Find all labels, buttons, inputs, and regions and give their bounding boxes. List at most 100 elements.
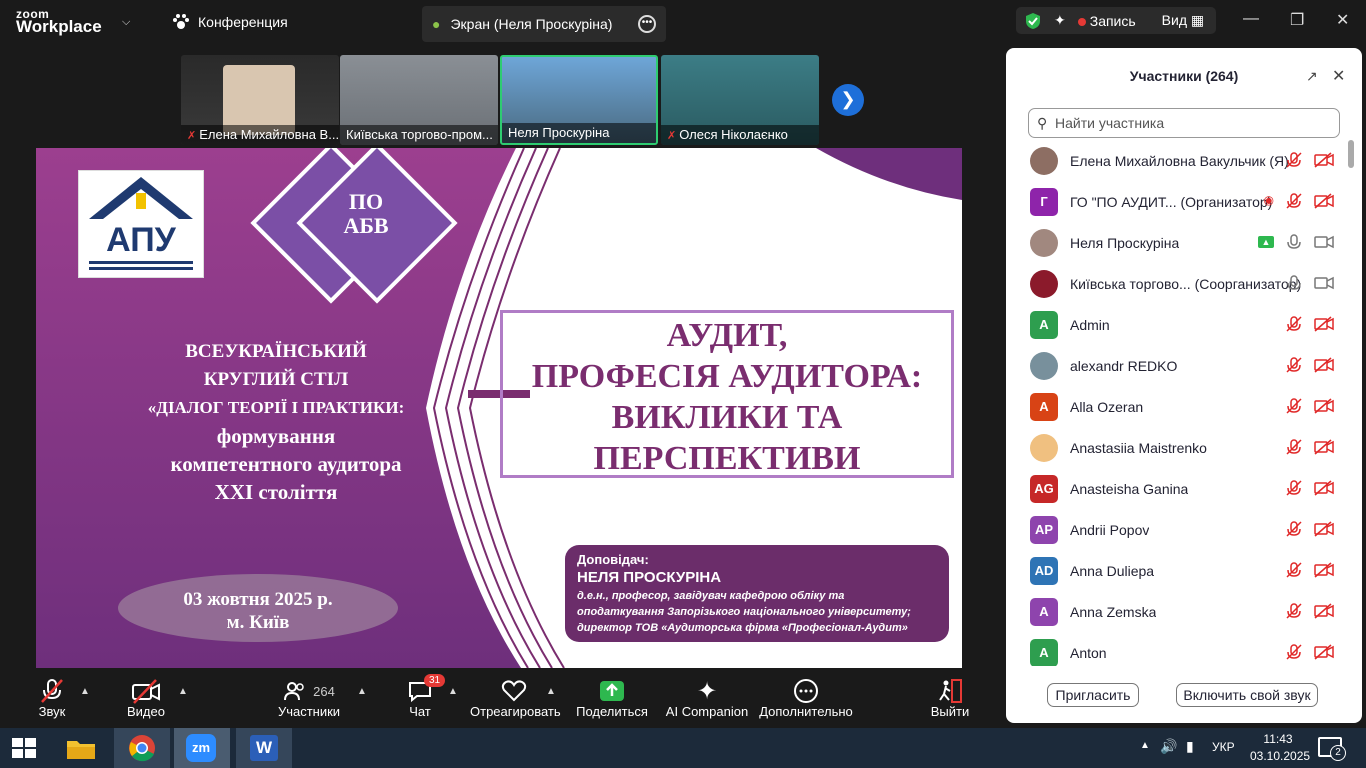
participant-row[interactable]: alexandr REDKO <box>1030 345 1340 386</box>
restore-icon[interactable]: ❐ <box>1290 10 1304 30</box>
participant-status-icons <box>1286 398 1334 414</box>
ai-companion-button[interactable]: ✦ AI Companion <box>664 678 750 720</box>
react-button[interactable]: Отреагировать <box>470 678 561 719</box>
more-options-icon[interactable]: ••• <box>638 15 656 33</box>
participant-status-icons <box>1286 439 1334 455</box>
chat-options-caret-icon[interactable]: ▲ <box>448 686 458 697</box>
windows-start-icon[interactable] <box>12 738 36 758</box>
view-button[interactable]: Вид ▦ <box>1162 12 1204 29</box>
language-indicator[interactable]: УКР <box>1212 740 1235 754</box>
video-thumbnail-3-active-speaker[interactable]: Неля Проскуріна <box>500 55 658 145</box>
tray-overflow-icon[interactable]: ▲ <box>1140 740 1150 751</box>
participant-row[interactable]: Неля Проскуріна ▲ <box>1030 222 1340 263</box>
mic-muted-icon: ✗ <box>187 130 197 142</box>
leave-button[interactable]: Выйти <box>928 678 972 719</box>
leave-label: Выйти <box>930 704 970 719</box>
speaker-desc-line: оподаткування Запорізького національного… <box>577 606 911 618</box>
minimize-icon[interactable]: — <box>1243 10 1259 28</box>
participant-avatar: A <box>1030 310 1058 339</box>
speaker-description: д.е.н., професор, завідувач кафедрою обл… <box>577 588 937 636</box>
event-line: «ДІАЛОГ ТЕОРІЇ І ПРАКТИКИ: <box>147 398 405 417</box>
mic-muted-icon <box>1286 398 1302 414</box>
title-line: ПРОФЕСІЯ АУДИТОРА: <box>531 358 923 395</box>
participant-row[interactable]: A Alla Ozeran <box>1030 386 1340 427</box>
video-label: Видео <box>127 704 165 719</box>
video-off-icon <box>132 679 160 704</box>
participants-panel: Участники (264) ↗ ✕ ⚲ Найти участника Ел… <box>1006 48 1362 723</box>
video-off-icon <box>1314 644 1334 660</box>
heart-icon <box>501 680 527 702</box>
participant-name: ГО "ПО АУДИТ... (Организатор) <box>1070 193 1273 210</box>
conference-label: Конференция <box>198 14 288 30</box>
video-thumbnail-4[interactable]: ✗ Олеся Ніколаєнко <box>661 55 819 145</box>
next-thumbnails-icon[interactable]: ❯ <box>832 84 864 116</box>
participants-options-caret-icon[interactable]: ▲ <box>357 686 367 697</box>
volume-icon[interactable]: 🔊 <box>1160 738 1177 755</box>
file-explorer-icon[interactable] <box>66 736 96 760</box>
audio-label: Звук <box>38 704 66 719</box>
participant-row[interactable]: A Anna Zemska <box>1030 591 1340 632</box>
participant-row[interactable]: Елена Михайловна Вакульчик (Я) <box>1030 140 1340 181</box>
zoom-logo-bottom: Workplace <box>16 17 102 36</box>
word-app-icon: W <box>250 735 278 761</box>
close-panel-icon[interactable]: ✕ <box>1332 66 1345 86</box>
unmute-self-button[interactable]: Включить свой звук <box>1176 683 1318 707</box>
video-options-caret-icon[interactable]: ▲ <box>178 686 188 697</box>
conference-menu[interactable]: Конференция <box>172 14 288 30</box>
participant-row[interactable]: Anastasiia Maistrenko <box>1030 427 1340 468</box>
pop-out-icon[interactable]: ↗ <box>1306 68 1318 85</box>
video-thumbnail-2[interactable]: Київська торгово-пром... <box>340 55 498 145</box>
share-button[interactable]: Поделиться <box>576 678 648 719</box>
participant-row[interactable]: A Anton <box>1030 632 1340 666</box>
clock[interactable]: 11:43 03.10.2025 <box>1250 731 1311 765</box>
audio-options-caret-icon[interactable]: ▲ <box>80 686 90 697</box>
more-button[interactable]: Дополнительно <box>758 678 854 719</box>
ai-companion-label: AI Companion <box>665 704 749 719</box>
record-label: Запись <box>1089 12 1136 29</box>
thumbnail-name: Неля Проскуріна <box>508 125 610 140</box>
zoom-taskbar-item[interactable]: zm <box>174 728 230 768</box>
participant-row[interactable]: AP Andrii Popov <box>1030 509 1340 550</box>
participant-status-icons <box>1286 521 1334 537</box>
participant-row[interactable]: AG Anasteisha Ganina <box>1030 468 1340 509</box>
participant-row[interactable]: AD Anna Duliepa <box>1030 550 1340 591</box>
participant-row[interactable]: Київська торгово... (Соорганизатор) <box>1030 263 1340 304</box>
chevron-down-icon[interactable]: ⌵ <box>122 16 130 29</box>
participants-button[interactable]: 264 Участники <box>276 678 342 719</box>
record-button[interactable]: Запись <box>1077 12 1136 29</box>
chat-button[interactable]: 31 Чат <box>400 674 446 719</box>
close-icon[interactable]: ✕ <box>1336 10 1349 30</box>
chat-unread-badge: 31 <box>424 674 446 687</box>
thumbnail-name: Елена Михайловна В... <box>199 127 339 142</box>
participants-label: Участники <box>277 704 341 719</box>
participant-avatar: AG <box>1030 474 1058 503</box>
participant-search-input[interactable]: ⚲ Найти участника <box>1028 108 1340 138</box>
zoom-app-icon: zm <box>186 734 216 762</box>
participant-row[interactable]: A Admin <box>1030 304 1340 345</box>
mic-muted-icon <box>1286 193 1302 209</box>
participant-row[interactable]: Г ГО "ПО АУДИТ... (Организатор) ◉ <box>1030 181 1340 222</box>
participant-name: Alla Ozeran <box>1070 398 1144 415</box>
react-options-caret-icon[interactable]: ▲ <box>546 686 556 697</box>
participant-status-icons <box>1286 316 1334 332</box>
clock-date: 03.10.2025 <box>1250 749 1311 763</box>
chrome-taskbar-item[interactable] <box>114 728 170 768</box>
video-thumbnail-1[interactable]: ✗ Елена Михайловна В... <box>181 55 339 145</box>
video-off-icon <box>1314 480 1334 496</box>
participant-name: Неля Проскуріна <box>1070 234 1180 251</box>
participant-name: Anna Zemska <box>1070 603 1157 620</box>
screen-share-tab[interactable]: ● Экран (Неля Проскуріна) ••• <box>422 6 666 42</box>
battery-icon[interactable]: ▮ <box>1186 738 1194 755</box>
word-taskbar-item[interactable]: W <box>236 728 292 768</box>
notifications-icon[interactable]: 2 <box>1318 737 1346 761</box>
audio-button[interactable]: Звук <box>32 678 72 719</box>
video-button[interactable]: Видео <box>124 678 168 719</box>
thumbnail-name: Олеся Ніколаєнко <box>679 127 788 142</box>
thumbnail-label: ✗ Елена Михайловна В... <box>181 125 339 145</box>
event-date: 03 жовтня 2025 р. <box>183 589 333 610</box>
mic-muted-icon <box>1286 644 1302 660</box>
invite-button[interactable]: Пригласить <box>1047 683 1139 707</box>
sparkle-icon[interactable]: ✦ <box>1054 12 1066 29</box>
badge-text: ПО АБВ <box>336 190 396 238</box>
shield-check-icon[interactable] <box>1024 12 1042 30</box>
